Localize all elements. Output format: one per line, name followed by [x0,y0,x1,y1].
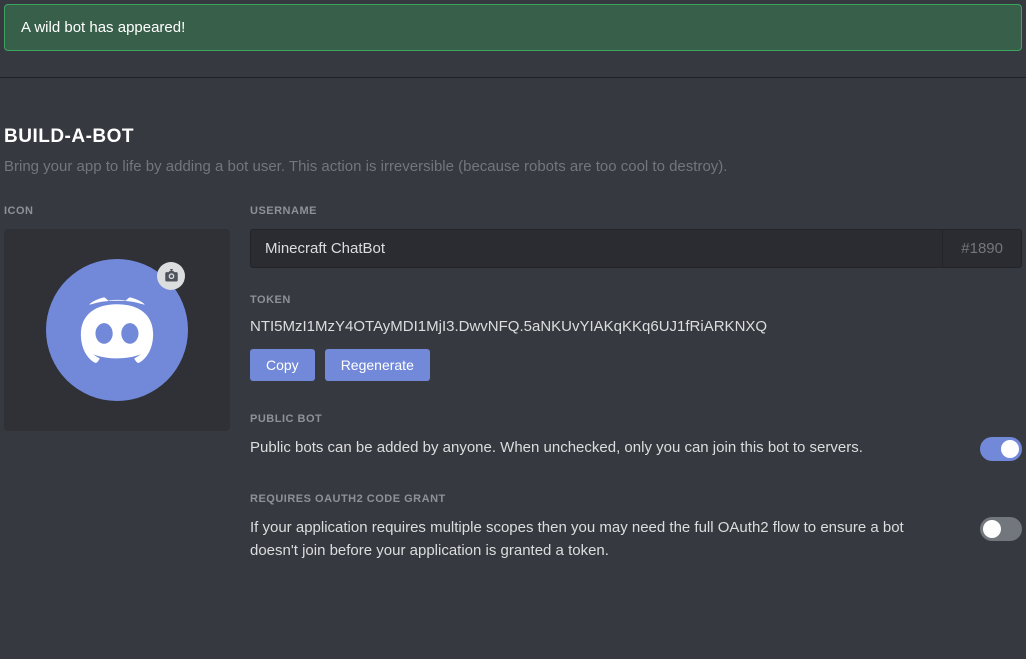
alert-banner: A wild bot has appeared! [4,4,1022,51]
upload-badge[interactable] [157,262,185,290]
icon-upload-box[interactable] [4,229,230,431]
toggle-knob [983,520,1001,538]
username-label: USERNAME [250,205,1022,217]
public-bot-description: Public bots can be added by anyone. When… [250,437,940,460]
alert-text: A wild bot has appeared! [21,19,185,36]
oauth-grant-label: REQUIRES OAUTH2 CODE GRANT [250,493,1022,505]
regenerate-button[interactable]: Regenerate [325,349,430,381]
username-input[interactable] [250,229,942,268]
oauth-grant-toggle[interactable] [980,517,1022,541]
icon-label: ICON [4,205,230,217]
username-discriminator: #1890 [942,229,1022,268]
public-bot-toggle[interactable] [980,437,1022,461]
toggle-knob [1001,440,1019,458]
token-value: NTI5MzI1MzY4OTAyMDI1MjI3.DwvNFQ.5aNKUvYI… [250,318,1022,335]
avatar-placeholder [46,259,188,401]
copy-button[interactable]: Copy [250,349,315,381]
section-subtitle: Bring your app to life by adding a bot u… [4,158,1022,175]
oauth-grant-description: If your application requires multiple sc… [250,517,940,562]
discord-logo-icon [74,287,160,373]
section-title: BUILD-A-BOT [4,126,1022,148]
public-bot-label: PUBLIC BOT [250,413,1022,425]
camera-icon [164,269,179,284]
token-label: TOKEN [250,294,1022,306]
